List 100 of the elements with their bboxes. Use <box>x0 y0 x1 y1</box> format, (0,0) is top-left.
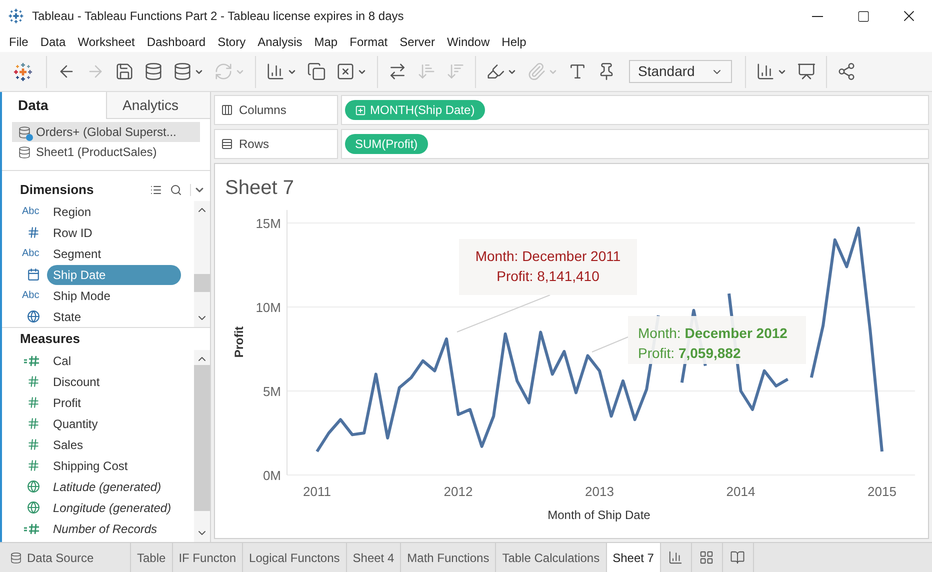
bar-chart-icon <box>266 62 285 81</box>
field-item[interactable]: Cal <box>47 350 78 370</box>
y-tick-label: 5M <box>262 384 281 399</box>
field-item[interactable]: Longitude (generated) <box>47 498 178 518</box>
logo-icon <box>13 62 33 82</box>
pane-tab[interactable]: Analytics <box>106 92 210 119</box>
expand-icon <box>355 104 366 116</box>
field-item[interactable]: Segment <box>47 244 108 264</box>
x-tick-label: 2012 <box>444 484 473 499</box>
menu-item[interactable]: Analysis <box>252 32 308 52</box>
presentation-icon <box>797 62 816 81</box>
scrollbar-thumb[interactable] <box>194 274 210 292</box>
database-icon <box>18 146 31 158</box>
field-item[interactable]: State <box>47 306 88 326</box>
scrollbar[interactable] <box>194 350 210 542</box>
bar-chart-icon <box>756 62 775 81</box>
field-item[interactable]: Quantity <box>47 414 104 434</box>
menu-item[interactable]: File <box>3 32 34 52</box>
y-tick-label: 15M <box>256 216 281 231</box>
menu-item[interactable]: Dashboard <box>140 32 212 52</box>
field-item[interactable]: Region <box>47 202 98 222</box>
share-icon <box>837 62 856 81</box>
data-source-item[interactable]: Sheet1 (ProductSales) <box>12 142 200 162</box>
grid-icon <box>699 550 714 565</box>
check-badge <box>26 134 33 140</box>
scrollbar-thumb[interactable] <box>194 365 210 511</box>
globe-icon <box>26 310 40 323</box>
data-source-item[interactable]: Orders+ (Global Superst... <box>12 122 200 142</box>
globe-icon <box>26 501 40 514</box>
leader-line <box>592 336 628 352</box>
book-icon <box>730 550 746 565</box>
type-label: Abc <box>22 247 40 261</box>
hash-icon <box>26 438 40 451</box>
field-item[interactable]: Profit <box>47 392 88 412</box>
database-icon <box>18 126 31 138</box>
x-tick-label: 2015 <box>868 484 896 499</box>
scrollbar[interactable] <box>194 201 210 327</box>
rows-icon <box>221 138 233 150</box>
menu-item[interactable]: Map <box>308 32 344 52</box>
database-icon <box>10 552 22 564</box>
field-item[interactable]: Latitude (generated) <box>47 476 168 496</box>
field-item[interactable]: Sales <box>47 434 90 454</box>
refresh-icon <box>214 62 233 81</box>
menu-item[interactable]: Format <box>344 32 394 52</box>
menu-item[interactable]: Data <box>34 32 72 52</box>
text-icon <box>568 62 587 81</box>
section-title: Measures <box>20 330 81 348</box>
menu-item[interactable]: Window <box>440 32 496 52</box>
shelf-label: Rows <box>214 129 338 159</box>
save-icon <box>115 62 134 81</box>
x-axis-title: Month of Ship Date <box>548 508 650 522</box>
fit-dropdown[interactable]: Standard <box>629 60 732 83</box>
field-item[interactable]: Row ID <box>47 222 98 242</box>
hash-icon <box>26 396 40 409</box>
sheet-tab[interactable]: Sheet 7 <box>606 543 661 572</box>
hash-icon <box>26 226 40 239</box>
annotation-text: Profit: 7,059,882 <box>638 345 741 361</box>
field-item[interactable]: Shipping Cost <box>47 456 134 476</box>
maximize-icon <box>856 10 870 22</box>
annotation-text: Month: December 2012 <box>638 325 788 341</box>
sheet-title: Sheet 7 <box>224 176 295 201</box>
field-item[interactable]: Discount <box>47 372 106 392</box>
sort-ascending-icon <box>417 62 436 81</box>
database-icon <box>144 62 163 81</box>
globe-icon <box>26 480 40 493</box>
hash-icon <box>26 459 40 472</box>
highlighter-icon <box>486 62 505 81</box>
y-tick-label: 10M <box>256 300 281 315</box>
annotation-text: Profit: 8,141,410 <box>496 268 600 284</box>
calendar-icon <box>26 268 40 281</box>
annotation-text: Month: December 2011 <box>475 248 621 264</box>
type-label: Abc <box>22 289 40 303</box>
swap-icon <box>388 62 407 81</box>
section-title: Dimensions <box>20 181 95 200</box>
menu-item[interactable]: Story <box>212 32 252 52</box>
search-icon[interactable] <box>170 184 182 196</box>
x-tick-label: 2011 <box>303 484 331 499</box>
logo-icon <box>8 8 24 24</box>
caret-icon[interactable] <box>190 184 206 196</box>
hash-icon <box>26 417 40 430</box>
copy-icon <box>307 62 326 81</box>
field-item[interactable]: Number of Records <box>47 518 164 538</box>
field-item[interactable]: Ship Mode <box>47 286 116 306</box>
x-tick-label: 2013 <box>585 484 614 499</box>
y-axis-title: Profit <box>232 326 246 358</box>
database-icon <box>173 62 192 81</box>
clear-icon <box>336 62 355 81</box>
type-label: Abc <box>22 205 40 219</box>
pane-tab[interactable]: Data <box>2 92 106 119</box>
x-tick-label: 2014 <box>726 484 756 499</box>
bar-chart-icon <box>668 550 684 565</box>
paperclip-icon <box>527 62 546 81</box>
columns-icon <box>221 104 233 116</box>
menu-item[interactable]: Server <box>394 32 441 52</box>
shelf-label: Columns <box>214 95 338 125</box>
menu-item[interactable]: Worksheet <box>72 32 141 52</box>
hash-icon <box>26 375 40 388</box>
y-tick-label: 0M <box>262 468 281 483</box>
window-title: Tableau - Tableau Functions Part 2 - Tableau license expires in 8 days <box>32 8 405 25</box>
menu-item[interactable]: Help <box>496 32 532 52</box>
